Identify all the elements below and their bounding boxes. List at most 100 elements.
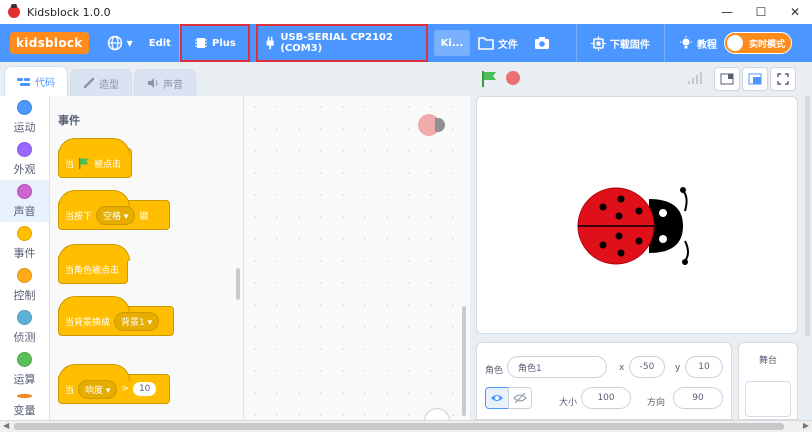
ladybug-sprite[interactable] bbox=[573, 183, 699, 269]
current-sprite-thumbnail bbox=[418, 114, 445, 136]
tutorial-button[interactable]: 教程 bbox=[671, 24, 725, 62]
category-label: 变量 bbox=[13, 404, 36, 417]
category-label: 侦测 bbox=[13, 330, 36, 344]
realtime-mode-toggle[interactable]: 实时模式 bbox=[724, 32, 792, 54]
hide-sprite-button[interactable] bbox=[508, 387, 532, 409]
scroll-right-icon[interactable]: ▶ bbox=[803, 421, 809, 430]
y-input[interactable]: 10 bbox=[685, 356, 723, 378]
block-when-key-pressed[interactable]: 当按下 空格 ▾ 键 bbox=[58, 190, 170, 230]
stage-selector-panel[interactable]: 舞台 bbox=[738, 342, 798, 420]
block-text: 当角色被点击 bbox=[65, 265, 120, 276]
stage-thumbnail[interactable] bbox=[745, 381, 791, 417]
block-text: 当按下 bbox=[65, 211, 93, 222]
block-text: > bbox=[121, 384, 129, 394]
fullscreen-icon bbox=[777, 73, 789, 85]
sprite-name-input[interactable]: 角色1 bbox=[507, 356, 607, 378]
size-input[interactable]: 100 bbox=[581, 387, 631, 409]
palette-scrollbar[interactable] bbox=[236, 268, 240, 300]
block-text: 当 bbox=[65, 385, 75, 396]
tab-costumes-label: 造型 bbox=[99, 79, 119, 91]
ki-tab[interactable]: Ki... bbox=[433, 30, 470, 56]
direction-input[interactable]: 90 bbox=[673, 387, 723, 409]
close-button[interactable]: ✕ bbox=[778, 0, 812, 24]
category-motion[interactable]: 运动 bbox=[0, 96, 49, 138]
stage-canvas[interactable] bbox=[476, 96, 798, 334]
lightbulb-icon bbox=[679, 35, 692, 48]
normal-stage-button[interactable] bbox=[742, 67, 768, 91]
eye-icon bbox=[491, 395, 503, 401]
maximize-button[interactable]: ☐ bbox=[744, 0, 778, 24]
camera-icon bbox=[534, 37, 549, 49]
block-text: 当背景换成 bbox=[65, 317, 111, 328]
block-when-flag-clicked[interactable]: 当 被点击 bbox=[58, 138, 132, 178]
sensing-dot-icon bbox=[17, 309, 32, 325]
control-dot-icon bbox=[17, 267, 32, 283]
category-variables[interactable]: 变量 bbox=[0, 390, 49, 418]
plus-button[interactable]: Plus bbox=[179, 24, 250, 62]
direction-label: 方向 bbox=[647, 398, 666, 408]
category-sound[interactable]: 声音 bbox=[0, 180, 49, 222]
sensor-dropdown[interactable]: 响度 ▾ bbox=[78, 379, 118, 399]
tab-code-label: 代码 bbox=[35, 78, 55, 89]
divider bbox=[575, 24, 577, 62]
sound-dot-icon bbox=[17, 183, 32, 199]
file-menu[interactable]: 文件 bbox=[470, 24, 526, 62]
tab-code[interactable]: 代码 bbox=[4, 66, 68, 96]
stop-button[interactable] bbox=[506, 71, 520, 85]
events-dot-icon bbox=[17, 225, 32, 241]
sprite-name-label: 角色 bbox=[485, 366, 504, 376]
scroll-left-icon[interactable]: ◀ bbox=[3, 421, 9, 430]
kidsblock-logo[interactable]: kidsblock bbox=[10, 32, 89, 54]
key-dropdown[interactable]: 空格 ▾ bbox=[96, 205, 136, 225]
fullscreen-button[interactable] bbox=[770, 67, 796, 91]
category-control[interactable]: 控制 bbox=[0, 264, 49, 306]
small-stage-button[interactable] bbox=[714, 67, 740, 91]
download-firmware-button[interactable]: 下载固件 bbox=[583, 24, 658, 62]
script-scrollbar[interactable] bbox=[462, 306, 466, 416]
minimize-button[interactable]: — bbox=[710, 0, 744, 24]
category-operators[interactable]: 运算 bbox=[0, 348, 49, 390]
palette-section-title: 事件 bbox=[58, 114, 80, 127]
size-label: 大小 bbox=[559, 398, 578, 408]
app-icon bbox=[8, 4, 20, 18]
screenshot-button[interactable] bbox=[526, 24, 562, 62]
threshold-input[interactable]: 10 bbox=[132, 382, 157, 396]
tab-sounds[interactable]: 声音 bbox=[134, 69, 196, 96]
scrollbar-thumb[interactable] bbox=[14, 423, 784, 430]
plus-label: Plus bbox=[212, 37, 236, 49]
tab-costumes[interactable]: 造型 bbox=[70, 69, 132, 96]
stage-scrollbar[interactable] bbox=[805, 96, 810, 336]
tutorial-label: 教程 bbox=[696, 39, 717, 51]
language-menu[interactable]: ▼ bbox=[99, 24, 141, 62]
signal-icon bbox=[688, 72, 702, 84]
script-area[interactable] bbox=[244, 96, 470, 432]
divider bbox=[663, 24, 665, 62]
chevron-down-icon: ▼ bbox=[126, 38, 133, 48]
code-icon bbox=[17, 77, 30, 86]
realtime-mode-label: 实时模式 bbox=[749, 39, 786, 50]
title-bar: Kidsblock 1.0.0 — ☐ ✕ bbox=[0, 0, 812, 24]
toggle-knob bbox=[727, 35, 743, 51]
firmware-icon bbox=[590, 35, 606, 51]
block-when-sprite-clicked[interactable]: 当角色被点击 bbox=[58, 244, 130, 284]
backdrop-dropdown[interactable]: 背景1 ▾ bbox=[114, 311, 160, 331]
menu-bar: kidsblock ▼ Edit Plus USB-SERIAL CP2102 … bbox=[0, 24, 812, 62]
category-sensing[interactable]: 侦测 bbox=[0, 306, 49, 348]
category-events[interactable]: 事件 bbox=[0, 222, 49, 264]
block-text: 当 bbox=[65, 159, 75, 170]
category-label: 声音 bbox=[13, 204, 36, 218]
variables-dot-icon bbox=[17, 394, 32, 398]
block-when-backdrop-switches[interactable]: 当背景换成 背景1 ▾ bbox=[58, 296, 174, 336]
block-when-sensor-greater[interactable]: 当 响度 ▾ > 10 bbox=[58, 364, 170, 404]
green-flag-run-icon[interactable] bbox=[480, 70, 498, 88]
x-input[interactable]: -50 bbox=[629, 356, 665, 378]
chip-icon bbox=[195, 38, 208, 48]
brush-icon bbox=[83, 77, 95, 89]
serial-port-button[interactable]: USB-SERIAL CP2102 (COM3) bbox=[255, 24, 428, 62]
category-looks[interactable]: 外观 bbox=[0, 138, 49, 180]
edit-menu[interactable]: Edit bbox=[141, 24, 179, 62]
window-horizontal-scrollbar[interactable]: ◀ ▶ bbox=[0, 420, 812, 432]
show-sprite-button[interactable] bbox=[485, 387, 509, 409]
tab-sounds-label: 声音 bbox=[163, 79, 183, 91]
block-text: 被点击 bbox=[94, 159, 122, 170]
